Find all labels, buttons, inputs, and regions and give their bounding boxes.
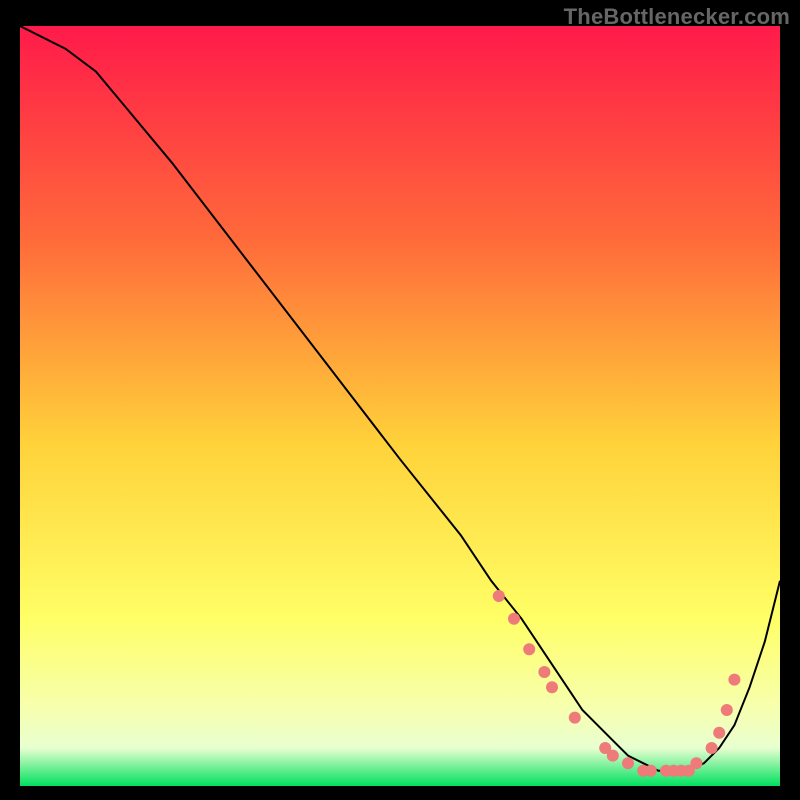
plot-area (20, 26, 780, 786)
data-marker (721, 704, 733, 716)
data-marker (728, 674, 740, 686)
data-marker (546, 681, 558, 693)
data-marker (622, 757, 634, 769)
data-marker (523, 643, 535, 655)
chart-frame: TheBottlenecker.com (0, 0, 800, 800)
data-marker (713, 727, 725, 739)
data-marker (645, 765, 657, 777)
data-marker (569, 712, 581, 724)
data-marker (538, 666, 550, 678)
data-marker (706, 742, 718, 754)
data-marker (690, 757, 702, 769)
data-marker (607, 750, 619, 762)
data-marker (493, 590, 505, 602)
data-marker (508, 613, 520, 625)
chart-svg (20, 26, 780, 786)
gradient-background (20, 26, 780, 786)
